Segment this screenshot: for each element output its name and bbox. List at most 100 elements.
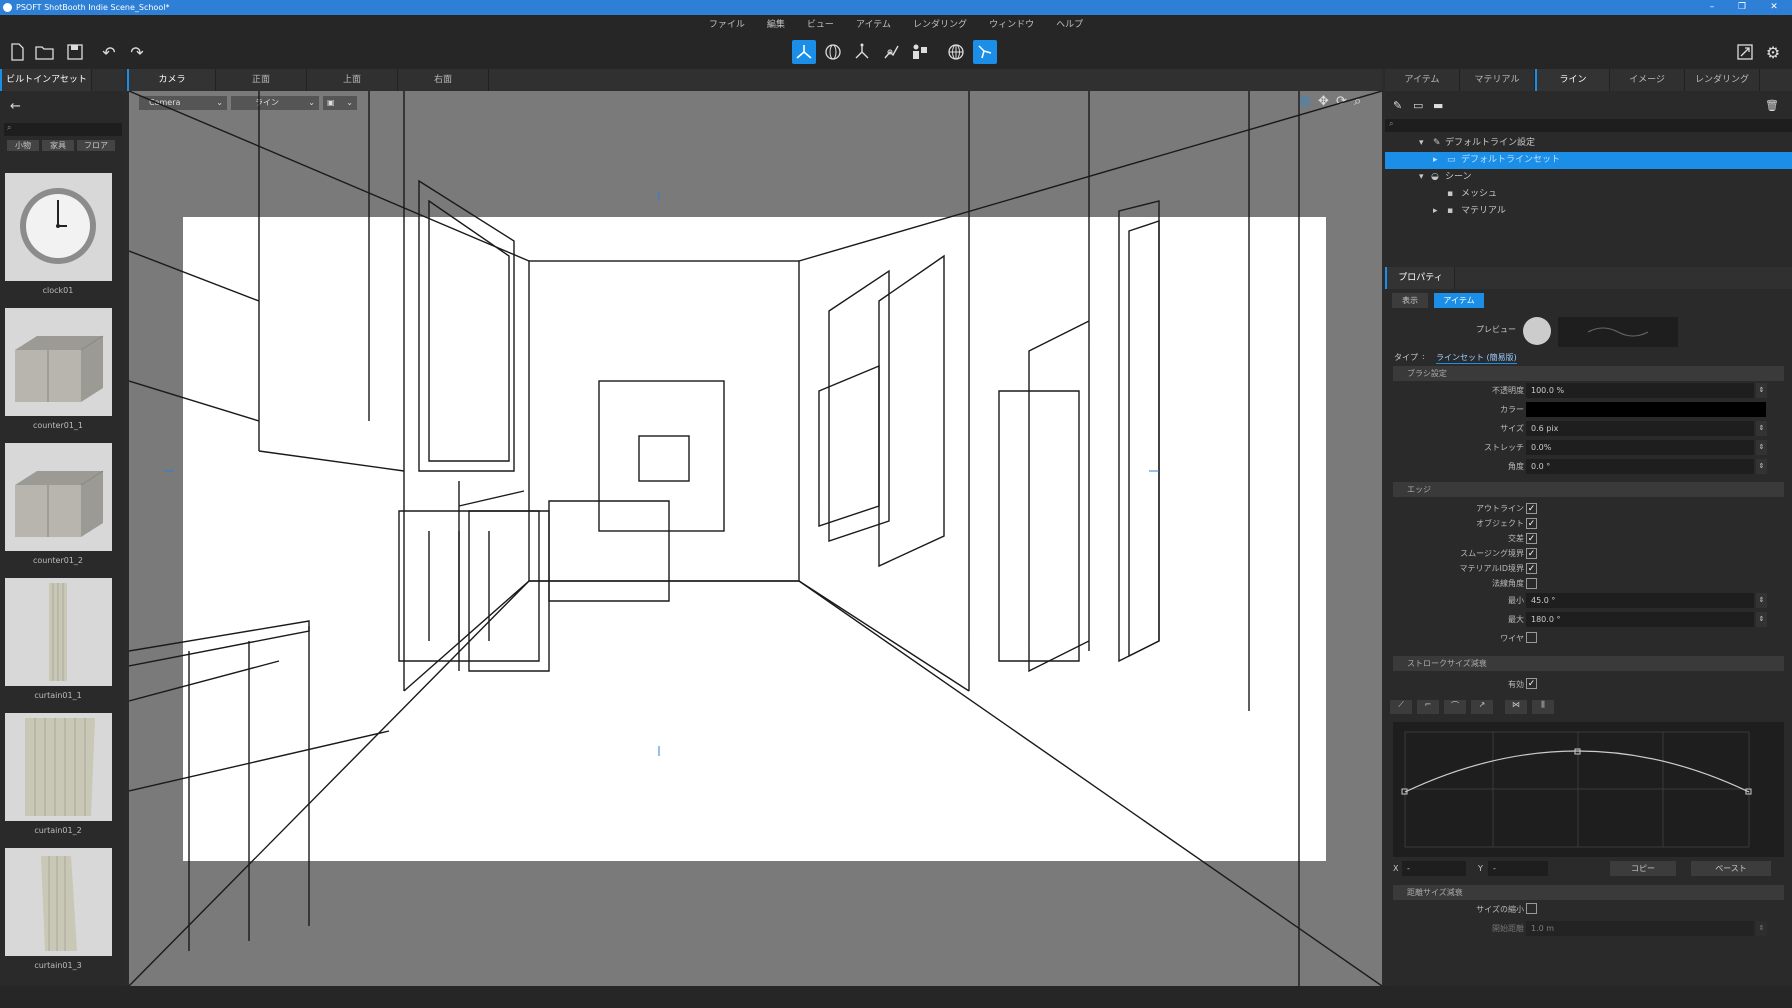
angle-min-input[interactable]: 45.0 °: [1526, 593, 1754, 608]
pose-tool-icon[interactable]: [879, 40, 903, 64]
menu-help[interactable]: ヘルプ: [1045, 15, 1094, 35]
start-distance-spinner[interactable]: ⇕: [1756, 921, 1767, 936]
color-swatch[interactable]: [1526, 402, 1766, 417]
redo-icon[interactable]: ↷: [125, 40, 149, 64]
menu-edit[interactable]: 編集: [756, 15, 796, 35]
material-id-checkbox[interactable]: ✓: [1526, 563, 1537, 574]
tab-front[interactable]: 正面: [216, 69, 307, 91]
size-spinner[interactable]: ⇕: [1756, 421, 1767, 436]
menu-item[interactable]: アイテム: [845, 15, 902, 35]
angle-max-spinner[interactable]: ⇕: [1756, 612, 1767, 627]
asset-search-input[interactable]: ⌕: [4, 123, 122, 136]
tab-line[interactable]: ライン: [1535, 69, 1610, 91]
menu-file[interactable]: ファイル: [698, 15, 756, 35]
add-lineset-icon[interactable]: ✎: [1393, 99, 1402, 112]
object-checkbox[interactable]: ✓: [1526, 518, 1537, 529]
axis-gizmo-icon[interactable]: [792, 40, 816, 64]
tree-item-selected[interactable]: ▸ ▭ デフォルトラインセット: [1385, 152, 1792, 169]
normal-angle-checkbox[interactable]: [1526, 578, 1537, 589]
subtab-display[interactable]: 表示: [1392, 293, 1428, 308]
type-value[interactable]: ラインセット (簡易版): [1436, 352, 1517, 364]
object-tool-icon[interactable]: [908, 40, 932, 64]
asset-panel: ← ⌕ 小物 家具 フロア clock01 counter01_1 counte…: [0, 91, 122, 986]
filter-floor[interactable]: フロア: [77, 140, 115, 151]
camera-viewport[interactable]: Camera ⌄ ライン ⌄ ▣ ⌄ ◎ ✥ ⟳ ⌕: [129, 91, 1382, 986]
angle-min-spinner[interactable]: ⇕: [1756, 593, 1767, 608]
start-distance-input[interactable]: 1.0 m: [1526, 921, 1754, 936]
tab-builtin-assets[interactable]: ビルトインアセット: [0, 69, 92, 91]
save-icon[interactable]: [63, 40, 87, 64]
angle-input[interactable]: 0.0 °: [1526, 459, 1754, 474]
new-folder-icon[interactable]: ▭: [1413, 99, 1423, 112]
preset-rise-icon[interactable]: ↗: [1471, 700, 1493, 714]
paste-button[interactable]: ペースト: [1691, 861, 1771, 876]
maximize-button[interactable]: ❐: [1728, 0, 1756, 15]
intersection-checkbox[interactable]: ✓: [1526, 533, 1537, 544]
preset-linear-icon[interactable]: ⟋: [1390, 700, 1412, 714]
asset-thumb-counter01-1[interactable]: [5, 308, 112, 416]
back-arrow-icon[interactable]: ←: [10, 99, 21, 114]
point-y-input[interactable]: -: [1488, 861, 1548, 876]
folder-icon[interactable]: ▬: [1433, 99, 1443, 112]
preset-arch-icon[interactable]: ⌒: [1444, 700, 1466, 714]
asset-thumb-curtain01-2[interactable]: [5, 713, 112, 821]
stroke-enabled-checkbox[interactable]: ✓: [1526, 678, 1537, 689]
preset-flip-icon[interactable]: ⋈: [1505, 700, 1527, 714]
move-gizmo-icon[interactable]: [850, 40, 874, 64]
tab-right[interactable]: 右面: [398, 69, 489, 91]
tree-item[interactable]: ▸ ▪ マテリアル: [1385, 203, 1792, 220]
stroke-attenuation-section[interactable]: ストロークサイズ減衰: [1393, 656, 1784, 671]
subtab-item[interactable]: アイテム: [1434, 293, 1484, 308]
point-x-input[interactable]: -: [1402, 861, 1466, 876]
tree-search-input[interactable]: ⌕: [1385, 119, 1792, 132]
stroke-curve-editor[interactable]: [1393, 722, 1784, 857]
size-input[interactable]: 0.6 pix: [1526, 421, 1754, 436]
asset-thumb-curtain01-3[interactable]: [5, 848, 112, 956]
preset-mirror-icon[interactable]: ⫼: [1532, 700, 1554, 714]
close-button[interactable]: ✕: [1760, 0, 1788, 15]
opacity-input[interactable]: 100.0 %: [1526, 383, 1754, 398]
opacity-spinner[interactable]: ⇕: [1756, 383, 1767, 398]
menu-window[interactable]: ウィンドウ: [978, 15, 1045, 35]
preset-ease-icon[interactable]: ⌐: [1417, 700, 1439, 714]
edge-section[interactable]: エッジ: [1393, 482, 1784, 497]
angle-max-input[interactable]: 180.0 °: [1526, 612, 1754, 627]
new-file-icon[interactable]: [5, 40, 29, 64]
view-tab-row: カメラ 正面 上面 右面: [127, 69, 1382, 91]
filter-furniture[interactable]: 家具: [42, 140, 74, 151]
line-render-icon[interactable]: [973, 40, 997, 64]
settings-gear-icon[interactable]: ⚙: [1761, 40, 1785, 64]
copy-button[interactable]: コピー: [1610, 861, 1676, 876]
filter-small-items[interactable]: 小物: [7, 140, 39, 151]
menu-view[interactable]: ビュー: [796, 15, 845, 35]
distance-attenuation-section[interactable]: 距離サイズ減衰: [1393, 885, 1784, 900]
brush-settings-section[interactable]: ブラシ設定: [1393, 366, 1784, 381]
trash-icon[interactable]: 🗑: [1765, 99, 1779, 112]
stretch-input[interactable]: 0.0%: [1526, 440, 1754, 455]
angle-spinner[interactable]: ⇕: [1756, 459, 1767, 474]
size-shrink-checkbox[interactable]: [1526, 903, 1537, 914]
tab-material[interactable]: マテリアル: [1460, 69, 1535, 91]
globe-icon[interactable]: [944, 40, 968, 64]
tab-camera[interactable]: カメラ: [127, 69, 216, 91]
menu-rendering[interactable]: レンダリング: [902, 15, 978, 35]
outline-checkbox[interactable]: ✓: [1526, 503, 1537, 514]
asset-thumb-counter01-2[interactable]: [5, 443, 112, 551]
export-icon[interactable]: [1733, 40, 1757, 64]
undo-icon[interactable]: ↶: [97, 40, 121, 64]
tab-item[interactable]: アイテム: [1385, 69, 1460, 91]
open-folder-icon[interactable]: [33, 40, 57, 64]
tab-image[interactable]: イメージ: [1610, 69, 1685, 91]
tree-item[interactable]: ▪ メッシュ: [1385, 186, 1792, 203]
tree-item[interactable]: ▾ ✎ デフォルトライン設定: [1385, 135, 1792, 152]
asset-thumb-clock01[interactable]: [5, 173, 112, 281]
rotate-gizmo-icon[interactable]: [821, 40, 845, 64]
tab-rendering[interactable]: レンダリング: [1685, 69, 1760, 91]
minimize-button[interactable]: –: [1698, 0, 1726, 15]
wire-checkbox[interactable]: [1526, 632, 1537, 643]
smoothing-checkbox[interactable]: ✓: [1526, 548, 1537, 559]
asset-thumb-curtain01-1[interactable]: [5, 578, 112, 686]
tab-top[interactable]: 上面: [307, 69, 398, 91]
stretch-spinner[interactable]: ⇕: [1756, 440, 1767, 455]
tree-item[interactable]: ▾ ◒ シーン: [1385, 169, 1792, 186]
